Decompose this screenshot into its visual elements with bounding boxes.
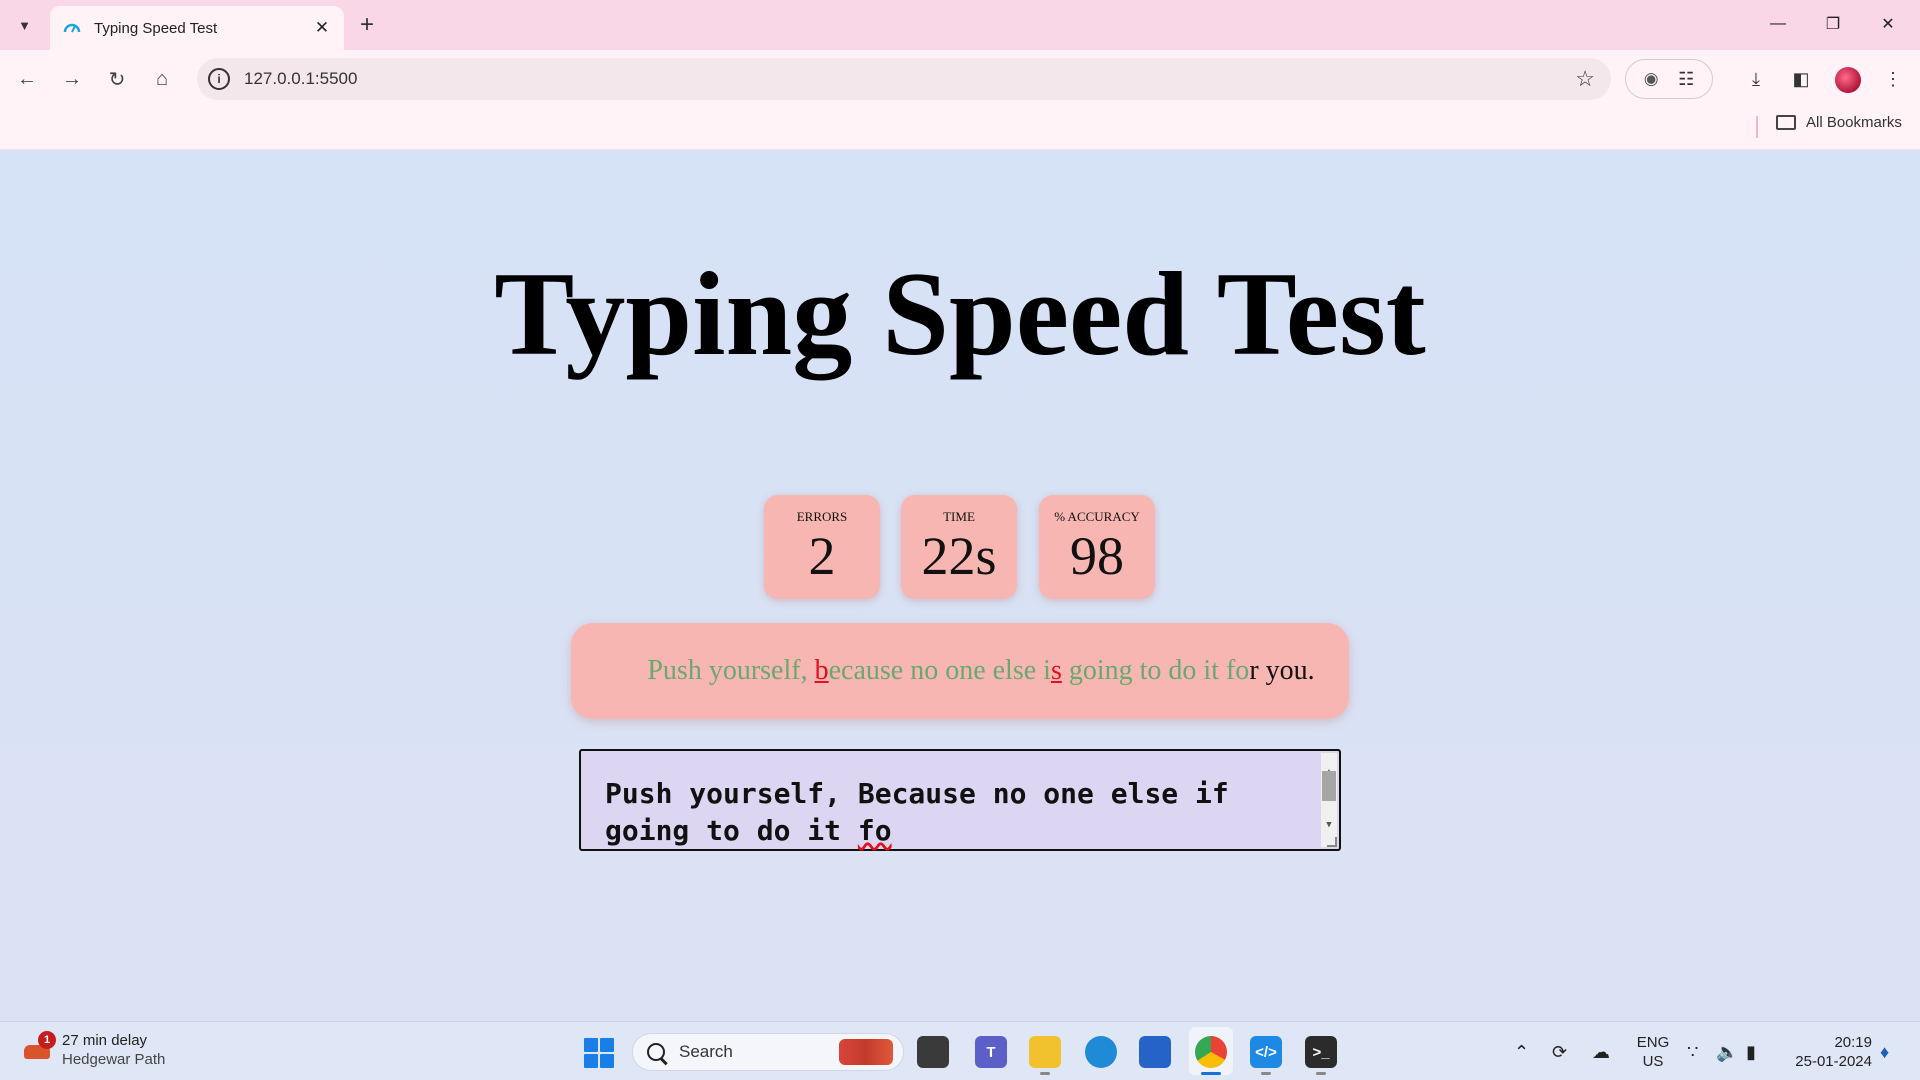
- search-icon: [647, 1043, 665, 1061]
- typed-line-1: Push yourself, Because no one else if: [605, 777, 1229, 810]
- errors-value: 2: [808, 526, 836, 586]
- browser-tab-bar: ▼ Typing Speed Test ✕ + — ❐ ✕: [0, 0, 1920, 50]
- accuracy-value: 98: [1070, 526, 1124, 586]
- battery-icon[interactable]: ▮: [1746, 1042, 1756, 1063]
- clock-date: 25-01-2024: [1795, 1053, 1872, 1070]
- teams-icon[interactable]: T: [975, 1036, 1007, 1068]
- task-view-icon[interactable]: [917, 1036, 949, 1068]
- home-icon[interactable]: ⌂: [145, 62, 179, 96]
- wifi-icon[interactable]: ∵: [1687, 1042, 1698, 1063]
- typed-line-2: going to do it fo: [605, 812, 1315, 849]
- address-url[interactable]: 127.0.0.1:5500: [244, 69, 1575, 89]
- bookmarks-separator: [1756, 116, 1758, 138]
- windows-start-icon[interactable]: [584, 1038, 614, 1068]
- search-label: Search: [679, 1042, 733, 1061]
- typed-line-2-text: going to do it: [605, 814, 858, 847]
- browser-tab[interactable]: Typing Speed Test ✕: [50, 6, 344, 50]
- errors-card: ERRORS 2: [764, 495, 880, 599]
- accuracy-card: % ACCURACY 98: [1039, 495, 1155, 599]
- bookmark-star-icon[interactable]: ☆: [1575, 66, 1595, 92]
- side-panel-icon[interactable]: ◧: [1788, 66, 1814, 92]
- reload-icon[interactable]: ↻: [100, 62, 134, 96]
- traffic-subtitle: Hedgewar Path: [62, 1051, 166, 1068]
- traffic-title: 27 min delay: [62, 1032, 148, 1049]
- chrome-icon[interactable]: [1195, 1036, 1227, 1068]
- clock-time: 20:19: [1834, 1034, 1872, 1051]
- vscode-icon[interactable]: </>: [1250, 1036, 1282, 1068]
- accuracy-label: % ACCURACY: [1054, 509, 1140, 524]
- microsoft-store-icon[interactable]: [1139, 1036, 1171, 1068]
- running-indicator: [1316, 1072, 1326, 1075]
- quote-correct-segment: going to do it fo: [1061, 655, 1250, 686]
- quote-correct-segment: Push yourself,: [647, 655, 815, 686]
- extensions-group: ◉ ☷: [1625, 59, 1713, 99]
- all-bookmarks-label: All Bookmarks: [1806, 114, 1902, 131]
- restore-icon[interactable]: ❐: [1811, 9, 1855, 39]
- typing-input[interactable]: Push yourself, Because no one else if go…: [579, 749, 1341, 851]
- tab-close-icon[interactable]: ✕: [312, 18, 332, 38]
- time-label: TIME: [943, 509, 975, 524]
- quote-error-char: b: [814, 655, 829, 686]
- site-info-icon[interactable]: i: [208, 68, 230, 90]
- edge-icon[interactable]: [1085, 1036, 1117, 1068]
- file-explorer-icon[interactable]: [1029, 1036, 1061, 1068]
- taskbar-search[interactable]: Search: [632, 1033, 904, 1071]
- errors-label: ERRORS: [796, 509, 848, 524]
- chrome-menu-icon[interactable]: ⋮: [1880, 66, 1906, 92]
- terminal-icon[interactable]: >_: [1305, 1036, 1337, 1068]
- onedrive-icon[interactable]: ☁: [1592, 1042, 1610, 1063]
- running-indicator: [1261, 1072, 1271, 1075]
- region-code: US: [1642, 1053, 1664, 1070]
- running-indicator: [1040, 1072, 1050, 1075]
- all-bookmarks-button[interactable]: All Bookmarks: [1776, 114, 1902, 131]
- windows-taskbar: 1 27 min delay Hedgewar Path Search T </…: [0, 1021, 1920, 1080]
- show-hidden-icons-chevron-icon[interactable]: ⌃: [1514, 1042, 1529, 1063]
- speedometer-favicon-icon: [62, 18, 82, 38]
- forward-icon[interactable]: →: [55, 62, 89, 96]
- new-tab-icon[interactable]: +: [352, 10, 382, 40]
- download-icon[interactable]: ⤓: [1743, 66, 1769, 92]
- page-content: Typing Speed Test ERRORS 2 TIME 22s % AC…: [0, 151, 1920, 1021]
- quote-correct-segment: ecause no one else i: [828, 655, 1051, 686]
- scroll-thumb[interactable]: [1322, 771, 1336, 801]
- alert-badge: 1: [38, 1031, 56, 1049]
- back-icon[interactable]: ←: [10, 62, 44, 96]
- traffic-widget[interactable]: 1 27 min delay Hedgewar Path: [22, 1031, 165, 1069]
- quote-box: Push yourself, because no one else is go…: [571, 623, 1349, 719]
- bookmarks-bar: All Bookmarks: [0, 108, 1920, 150]
- volume-icon[interactable]: 🔈: [1716, 1042, 1738, 1063]
- extensions-puzzle-icon[interactable]: ☷: [1678, 69, 1694, 90]
- input-scrollbar[interactable]: ▲ ▼: [1321, 753, 1337, 847]
- clock[interactable]: 20:19 25-01-2024: [1782, 1033, 1872, 1071]
- bug-extension-icon[interactable]: ◉: [1644, 69, 1659, 89]
- address-bar[interactable]: i 127.0.0.1:5500 ☆: [197, 58, 1611, 100]
- car-alert-icon: 1: [22, 1031, 56, 1065]
- resize-grip-icon[interactable]: [1327, 837, 1337, 847]
- search-highlight-icon: [839, 1039, 893, 1065]
- active-indicator: [1201, 1072, 1221, 1075]
- profile-avatar[interactable]: [1835, 67, 1861, 93]
- time-value: 22s: [921, 526, 997, 586]
- tab-search-dropdown-icon[interactable]: ▼: [7, 9, 42, 41]
- misspelled-word: fo: [857, 814, 892, 847]
- time-card: TIME 22s: [901, 495, 1017, 599]
- language-indicator[interactable]: ENG US: [1631, 1033, 1675, 1071]
- sync-icon[interactable]: ⟳: [1552, 1042, 1567, 1063]
- tab-title: Typing Speed Test: [94, 19, 218, 37]
- page-title: Typing Speed Test: [494, 247, 1426, 380]
- minimize-icon[interactable]: —: [1756, 9, 1800, 39]
- quote-error-char: s: [1050, 655, 1062, 686]
- notification-bell-icon[interactable]: ♦: [1880, 1042, 1889, 1063]
- language-code: ENG: [1636, 1034, 1670, 1051]
- close-window-icon[interactable]: ✕: [1866, 9, 1910, 39]
- folder-icon: [1776, 115, 1796, 130]
- browser-toolbar: ← → ↻ ⌂ i 127.0.0.1:5500 ☆ ◉ ☷ ⤓ ◧ ⋮: [0, 50, 1920, 108]
- quote-pending-segment: r you.: [1249, 655, 1315, 686]
